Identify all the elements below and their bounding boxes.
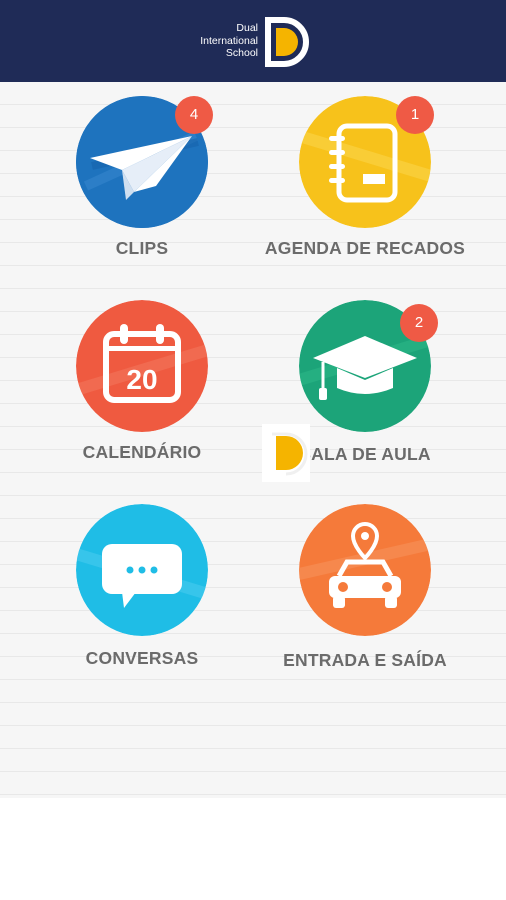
entrada-e-saida-circle [299, 504, 431, 636]
entrada-e-saida-label: ENTRADA E SAÍDA [283, 650, 447, 670]
agenda-label: AGENDA DE RECADOS [264, 238, 466, 258]
tile-conversas[interactable]: CONVERSAS [27, 504, 257, 694]
tile-entrada-e-saida[interactable]: ENTRADA E SAÍDA [250, 504, 480, 694]
logo-d-mark [265, 17, 309, 67]
calendario-label: CALENDÁRIO [82, 442, 202, 462]
logo-line-3: School [225, 47, 258, 59]
calendario-circle: 20 [76, 300, 208, 432]
logo-text: Dual International School [186, 22, 258, 60]
tile-agenda-de-recados[interactable]: 1 AGENDA DE RECADOS [250, 96, 480, 286]
logo-line-2: International [200, 34, 258, 47]
conversas-circle [76, 504, 208, 636]
chat-bubble-icon [76, 504, 208, 636]
menu-grid: 4 CLIPS 1 AGENDA DE RECADOS 20 CALENDÁRI… [0, 82, 506, 798]
clips-badge: 4 [175, 96, 213, 134]
tile-clips[interactable]: 4 CLIPS [27, 96, 257, 286]
calendar-icon: 20 [76, 300, 208, 432]
clips-label: CLIPS [115, 238, 169, 258]
tile-calendario[interactable]: 20 CALENDÁRIO [27, 300, 257, 490]
loading-logo-icon [262, 424, 310, 482]
sala-de-aula-badge: 2 [400, 304, 438, 342]
school-logo: Dual International School [186, 14, 320, 70]
app-header: Dual International School [0, 0, 506, 82]
car-location-icon [299, 504, 431, 636]
calendar-day-number: 20 [126, 364, 157, 395]
agenda-badge: 1 [396, 96, 434, 134]
bottom-blank-area [0, 798, 506, 900]
logo-line-1: Dual [236, 22, 258, 34]
conversas-label: CONVERSAS [85, 648, 199, 668]
